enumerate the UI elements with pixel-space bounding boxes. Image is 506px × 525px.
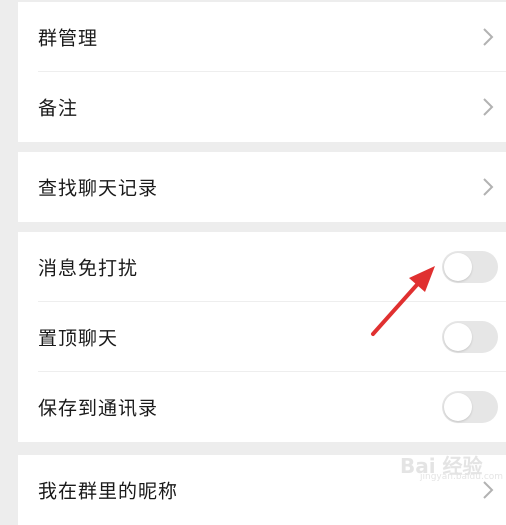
sticky-on-top-label: 置顶聊天 [38,327,119,350]
settings-group-1: 群管理 备注 [18,2,506,142]
my-group-nickname-label: 我在群里的昵称 [38,480,179,503]
chevron-right-icon [483,28,494,46]
remark-row[interactable]: 备注 [18,72,506,142]
mute-notifications-toggle[interactable] [442,251,498,283]
watermark-url: jingyan.baidu.com [420,472,504,482]
group-management-row[interactable]: 群管理 [18,2,506,72]
group-management-label: 群管理 [38,27,99,50]
baidu-jingyan-watermark: Bai 经验 jingyan.baidu.com [380,444,504,484]
save-to-contacts-row: 保存到通讯录 [18,372,506,442]
save-to-contacts-label: 保存到通讯录 [38,397,159,420]
save-to-contacts-toggle[interactable] [442,391,498,423]
chevron-right-icon [483,178,494,196]
toggle-knob [444,393,472,421]
sticky-on-top-toggle[interactable] [442,321,498,353]
search-chat-history-row[interactable]: 查找聊天记录 [18,152,506,222]
settings-group-2: 查找聊天记录 [18,152,506,222]
chat-settings-page: 群管理 备注 查找聊天记录 消息免打扰 置顶聊天 保存到通讯录 我在群里的昵称 [18,0,506,525]
mute-notifications-label: 消息免打扰 [38,257,139,280]
chevron-right-icon [483,98,494,116]
remark-label: 备注 [38,97,79,120]
toggle-knob [444,253,472,281]
toggle-knob [444,323,472,351]
search-chat-history-label: 查找聊天记录 [38,177,159,200]
annotation-arrow-icon [371,266,435,336]
